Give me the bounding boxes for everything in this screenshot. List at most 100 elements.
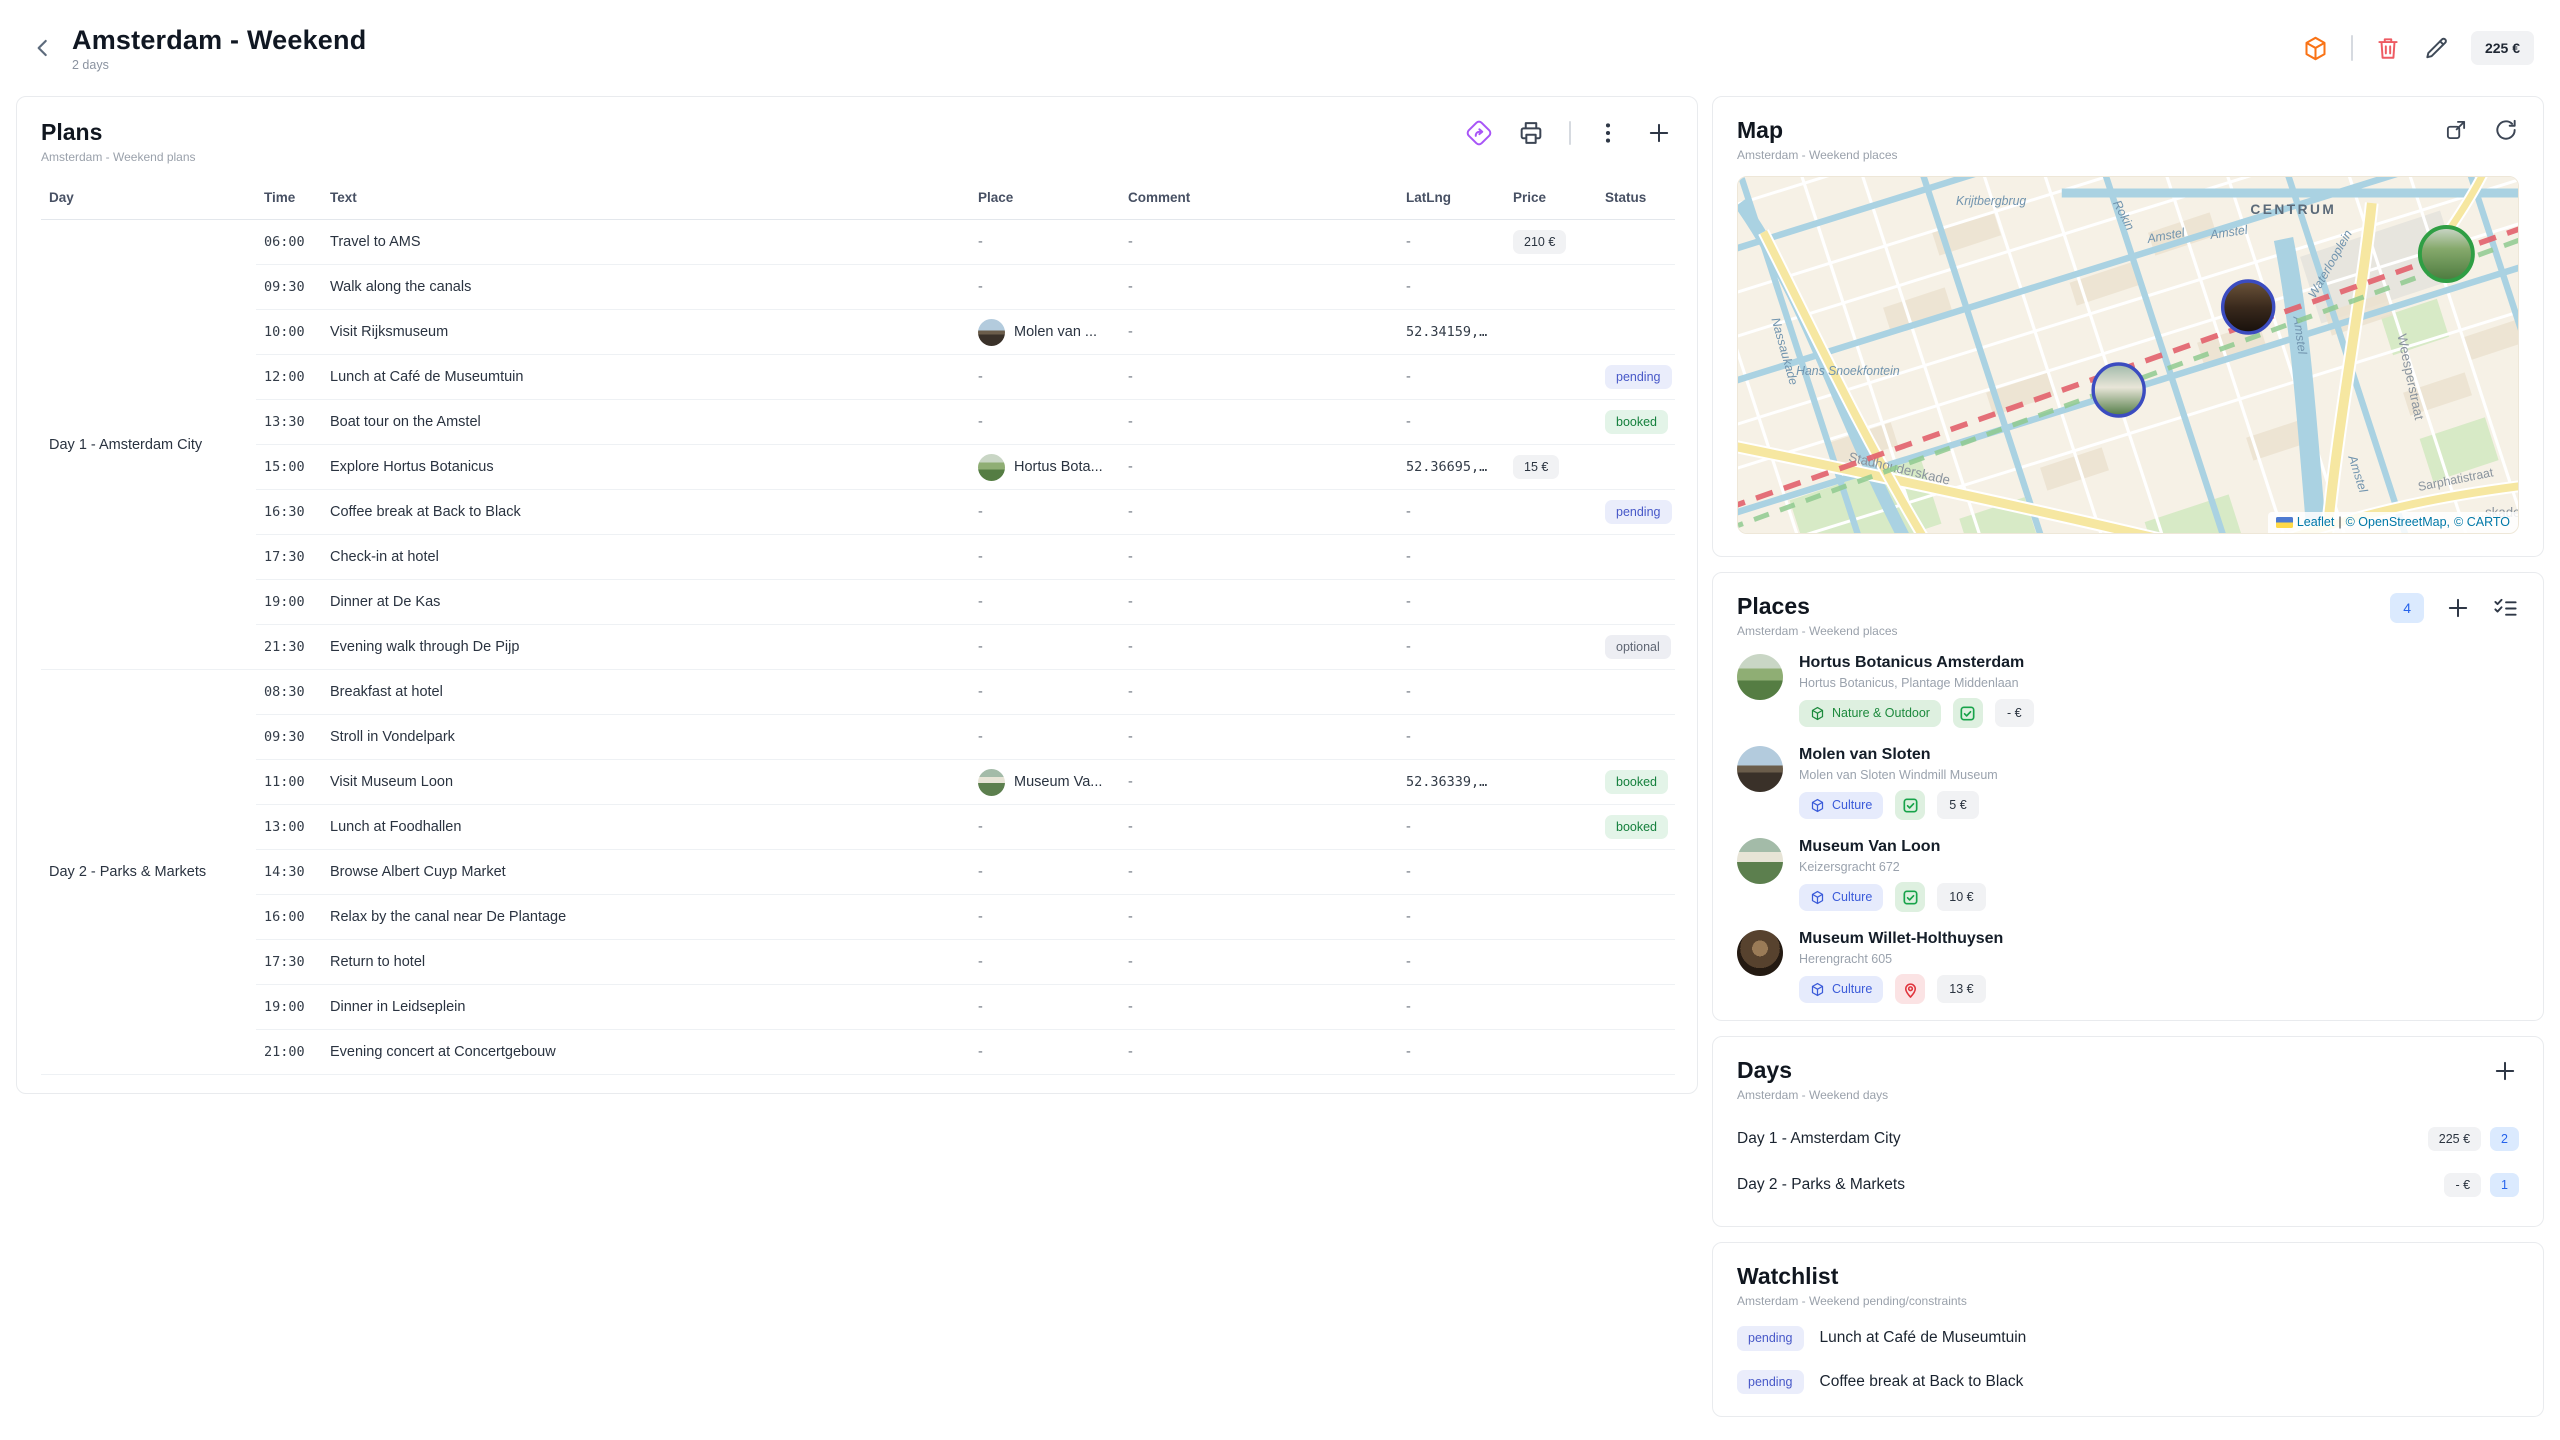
plan-text: Stroll in Vondelpark bbox=[322, 715, 970, 760]
status-badge: booked bbox=[1605, 815, 1668, 840]
map-marker-museum-willet-holthuysen[interactable] bbox=[2223, 281, 2274, 333]
empty-value: - bbox=[1128, 279, 1133, 295]
plan-row[interactable]: 12:00Lunch at Café de Museumtuin---pendi… bbox=[41, 355, 1675, 400]
plan-place-chip[interactable]: Museum Va... bbox=[978, 769, 1112, 796]
place-address: Hortus Botanicus, Plantage Middenlaan bbox=[1799, 676, 2034, 690]
place-item[interactable]: Museum Willet-HolthuysenHerengracht 605C… bbox=[1737, 930, 2519, 1004]
plan-row[interactable]: 17:30Check-in at hotel--- bbox=[41, 535, 1675, 580]
plan-comment: - bbox=[1120, 490, 1398, 535]
print-button[interactable] bbox=[1517, 119, 1545, 147]
plan-latlng: 52.36695,… bbox=[1398, 445, 1505, 490]
plan-text: Coffee break at Back to Black bbox=[322, 490, 970, 535]
places-panel: Places Amsterdam - Weekend places 4 Hort… bbox=[1712, 572, 2544, 1021]
plan-row[interactable]: 11:00Visit Museum LoonMuseum Va...-52.36… bbox=[41, 760, 1675, 805]
map-marker-hortus-botanicus[interactable] bbox=[2420, 227, 2473, 281]
day-row[interactable]: Day 1 - Amsterdam City225 €2 bbox=[1737, 1116, 2519, 1162]
plan-time-value: 11:00 bbox=[264, 774, 305, 790]
plan-text: Dinner in Leidseplein bbox=[322, 985, 970, 1030]
plan-price bbox=[1505, 805, 1597, 850]
empty-value: - bbox=[1128, 729, 1133, 745]
plan-place: - bbox=[970, 895, 1120, 940]
category-tag: Culture bbox=[1799, 884, 1883, 911]
plan-time: 06:00 bbox=[256, 220, 322, 265]
plan-time-value: 21:30 bbox=[264, 639, 305, 655]
plan-text: Breakfast at hotel bbox=[322, 670, 970, 715]
map-canvas[interactable]: Krijtbergbrug Rokin CENTRUM Amstel Amste… bbox=[1737, 176, 2519, 534]
places-title: Places bbox=[1737, 593, 1898, 620]
plan-text: Evening walk through De Pijp bbox=[322, 625, 970, 670]
plan-place: - bbox=[970, 715, 1120, 760]
plan-price bbox=[1505, 985, 1597, 1030]
day-price-badge: 225 € bbox=[2428, 1127, 2481, 1152]
leaflet-link[interactable]: Leaflet bbox=[2297, 515, 2335, 529]
plan-row[interactable]: 17:30Return to hotel--- bbox=[41, 940, 1675, 985]
map-refresh-button[interactable] bbox=[2493, 117, 2519, 143]
map-marker-museum-van-loon[interactable] bbox=[2093, 364, 2144, 416]
edit-button[interactable] bbox=[2423, 35, 2449, 61]
empty-value: - bbox=[1406, 504, 1411, 520]
plan-time-value: 10:00 bbox=[264, 324, 305, 340]
empty-value: - bbox=[978, 279, 983, 295]
column-header-price: Price bbox=[1505, 180, 1597, 220]
openstreetmap-link[interactable]: © OpenStreetMap, bbox=[2346, 515, 2450, 529]
day-group-label: Day 1 - Amsterdam City bbox=[41, 220, 256, 670]
place-info: Museum Van LoonKeizersgracht 672Culture1… bbox=[1799, 838, 1986, 912]
plan-latlng: - bbox=[1398, 940, 1505, 985]
plan-time: 19:00 bbox=[256, 985, 322, 1030]
plan-text: Lunch at Foodhallen bbox=[322, 805, 970, 850]
add-plan-button[interactable] bbox=[1645, 119, 1673, 147]
plan-row[interactable]: 10:00Visit RijksmuseumMolen van ...-52.3… bbox=[41, 310, 1675, 355]
plan-time: 09:30 bbox=[256, 265, 322, 310]
watchlist-item[interactable]: pendingCoffee break at Back to Black bbox=[1737, 1370, 2519, 1395]
delete-button[interactable] bbox=[2375, 35, 2401, 61]
leaflet-map: Krijtbergbrug Rokin CENTRUM Amstel Amste… bbox=[1738, 177, 2518, 533]
status-badge: pending bbox=[1605, 500, 1672, 525]
back-button[interactable] bbox=[26, 31, 60, 65]
route-icon bbox=[1465, 119, 1493, 147]
place-item[interactable]: Hortus Botanicus AmsterdamHortus Botanic… bbox=[1737, 654, 2519, 728]
add-day-button[interactable] bbox=[2491, 1057, 2519, 1085]
plan-row[interactable]: 09:30Walk along the canals--- bbox=[41, 265, 1675, 310]
empty-value: - bbox=[1128, 549, 1133, 565]
places-list-mode-button[interactable] bbox=[2492, 595, 2519, 622]
plan-row[interactable]: 13:00Lunch at Foodhallen---booked bbox=[41, 805, 1675, 850]
plans-title: Plans bbox=[41, 119, 196, 146]
plan-place-chip[interactable]: Molen van ... bbox=[978, 319, 1112, 346]
plan-price bbox=[1505, 580, 1597, 625]
plan-place: - bbox=[970, 940, 1120, 985]
day-row[interactable]: Day 2 - Parks & Markets- €1 bbox=[1737, 1162, 2519, 1208]
plan-latlng: - bbox=[1398, 535, 1505, 580]
place-item[interactable]: Molen van SlotenMolen van Sloten Windmil… bbox=[1737, 746, 2519, 820]
plan-row[interactable]: 15:00Explore Hortus BotanicusHortus Bota… bbox=[41, 445, 1675, 490]
plan-row[interactable]: 09:30Stroll in Vondelpark--- bbox=[41, 715, 1675, 760]
map-expand-button[interactable] bbox=[2443, 117, 2469, 143]
plan-row[interactable]: 16:30Coffee break at Back to Black---pen… bbox=[41, 490, 1675, 535]
places-subtitle: Amsterdam - Weekend places bbox=[1737, 624, 1898, 638]
route-button[interactable] bbox=[1465, 119, 1493, 147]
carto-link[interactable]: © CARTO bbox=[2454, 515, 2510, 529]
plan-price bbox=[1505, 670, 1597, 715]
printer-icon bbox=[1517, 119, 1545, 147]
empty-value: - bbox=[1128, 819, 1133, 835]
plan-row[interactable]: Day 1 - Amsterdam City06:00Travel to AMS… bbox=[41, 220, 1675, 265]
plan-place-chip[interactable]: Hortus Bota... bbox=[978, 454, 1112, 481]
place-item[interactable]: Museum Van LoonKeizersgracht 672Culture1… bbox=[1737, 838, 2519, 912]
plan-row[interactable]: 16:00Relax by the canal near De Plantage… bbox=[41, 895, 1675, 940]
place-price-badge: 10 € bbox=[1937, 883, 1985, 912]
place-price-badge: 13 € bbox=[1937, 975, 1985, 1004]
plan-row[interactable]: 19:00Dinner at De Kas--- bbox=[41, 580, 1675, 625]
plan-row[interactable]: Day 2 - Parks & Markets08:30Breakfast at… bbox=[41, 670, 1675, 715]
empty-value: - bbox=[978, 864, 983, 880]
category-tag: Culture bbox=[1799, 976, 1883, 1003]
plan-row[interactable]: 19:00Dinner in Leidseplein--- bbox=[41, 985, 1675, 1030]
box-button[interactable] bbox=[2302, 35, 2329, 62]
plan-price bbox=[1505, 1030, 1597, 1075]
plans-menu-button[interactable] bbox=[1595, 120, 1621, 146]
add-place-button[interactable] bbox=[2444, 594, 2472, 622]
plan-time-value: 09:30 bbox=[264, 729, 305, 745]
plan-row[interactable]: 21:00Evening concert at Concertgebouw--- bbox=[41, 1030, 1675, 1075]
plan-row[interactable]: 14:30Browse Albert Cuyp Market--- bbox=[41, 850, 1675, 895]
watchlist-item[interactable]: pendingLunch at Café de Museumtuin bbox=[1737, 1326, 2519, 1351]
plan-row[interactable]: 13:30Boat tour on the Amstel---booked bbox=[41, 400, 1675, 445]
plan-row[interactable]: 21:30Evening walk through De Pijp---opti… bbox=[41, 625, 1675, 670]
